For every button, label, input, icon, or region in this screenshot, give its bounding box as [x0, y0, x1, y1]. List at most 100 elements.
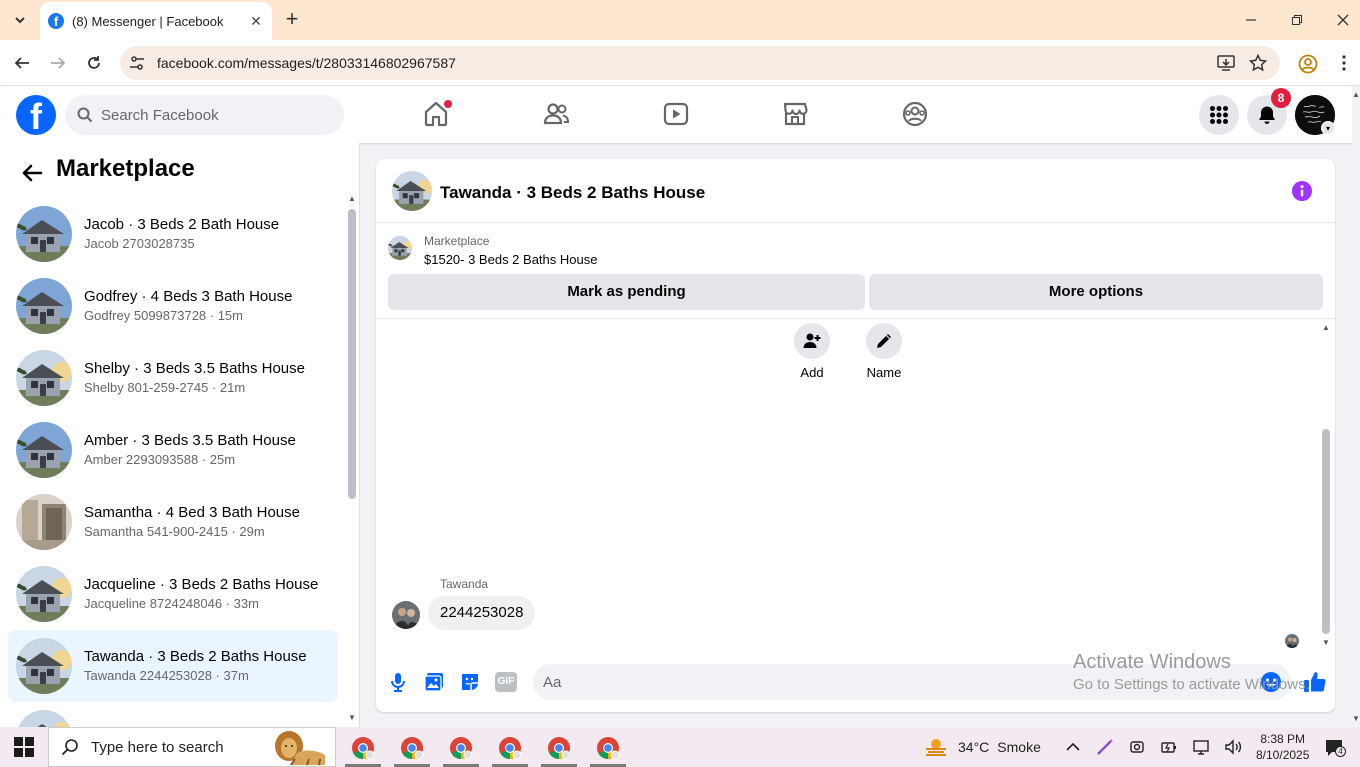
chat-title[interactable]: Tawanda · 3 Beds 2 Baths House	[440, 183, 705, 203]
conversation-item[interactable]: Samantha · 4 Bed 3 Bath House Samantha 5…	[8, 486, 338, 558]
conversation-item[interactable]: Jacob · 3 Beds 2 Bath House Jacob 270302…	[8, 198, 338, 270]
listing-source: Marketplace	[424, 234, 490, 248]
conversation-item[interactable]: Tamika · 3 Beds 1 Baths House	[8, 702, 338, 727]
info-icon[interactable]	[1292, 181, 1312, 201]
url-text[interactable]: facebook.com/messages/t/2803314680296758…	[157, 55, 456, 71]
battery-plug-icon[interactable]	[1160, 738, 1178, 756]
conversation-item[interactable]: Jacqueline · 3 Beds 2 Baths House Jacque…	[8, 558, 338, 630]
windows-taskbar: Type here to search 34°C Smoke 8:38 PM 8…	[0, 727, 1360, 767]
conversation-item[interactable]: Shelby · 3 Beds 3.5 Baths House Shelby 8…	[8, 342, 338, 414]
facebook-logo-icon[interactable]: f	[16, 95, 56, 135]
account-chevron-down-icon[interactable]: ▾	[1321, 121, 1335, 135]
chrome-taskbar-icon[interactable]	[547, 736, 571, 760]
marketplace-icon[interactable]	[781, 100, 809, 128]
scrollbar-thumb[interactable]	[1322, 429, 1330, 634]
chat-header: Tawanda · 3 Beds 2 Baths House	[376, 159, 1335, 223]
minimize-icon[interactable]	[1241, 10, 1261, 30]
reload-icon[interactable]	[83, 52, 105, 74]
chrome-taskbar-icon[interactable]	[449, 736, 473, 760]
action-center-button[interactable]: 4	[1324, 737, 1346, 759]
page-scroll-down-arrow-icon[interactable]: ▼	[1352, 714, 1360, 723]
page-scrollbar[interactable]: ▲ ▼	[1352, 86, 1360, 727]
message-composer[interactable]	[533, 664, 1291, 700]
edit-name-button[interactable]: Name	[854, 323, 914, 380]
message-bubble[interactable]: 2244253028	[428, 596, 536, 630]
sender-avatar[interactable]	[392, 601, 420, 629]
windows-start-icon[interactable]	[14, 737, 34, 757]
back-arrow-icon[interactable]	[20, 161, 44, 185]
listing-title[interactable]: $1520- 3 Beds 2 Baths House	[424, 252, 597, 267]
action-center-count: 4	[1335, 746, 1346, 757]
facebook-favicon-icon: f	[48, 13, 64, 29]
chrome-taskbar-icon[interactable]	[596, 736, 620, 760]
browser-menu-icon[interactable]	[1335, 54, 1353, 72]
conversation-thumbnail	[16, 206, 72, 262]
volume-icon[interactable]	[1224, 738, 1242, 756]
bookmark-star-icon[interactable]	[1249, 54, 1267, 72]
thumbs-up-like-icon[interactable]	[1303, 670, 1327, 694]
facebook-search-box[interactable]	[65, 95, 344, 135]
conversation-preview: Tawanda 2244253028 · 37m	[84, 668, 249, 683]
conversation-item[interactable]: Tawanda · 3 Beds 2 Baths House Tawanda 2…	[8, 630, 338, 702]
notification-count-badge: 8	[1271, 88, 1291, 108]
address-bar[interactable]: facebook.com/messages/t/2803314680296758…	[120, 46, 1280, 80]
scrollbar-thumb[interactable]	[348, 209, 356, 499]
gif-icon[interactable]: GIF	[495, 672, 517, 692]
add-people-button[interactable]: Add	[782, 323, 842, 380]
weather-widget[interactable]: 34°C Smoke	[924, 737, 1041, 757]
emoji-icon[interactable]	[1260, 671, 1282, 693]
scroll-up-arrow-icon[interactable]: ▲	[348, 195, 356, 203]
listing-thumbnail[interactable]	[388, 236, 412, 260]
chat-listing-avatar[interactable]	[392, 171, 432, 211]
tab-close-icon[interactable]: ✕	[248, 13, 264, 30]
clock-date: 8/10/2025	[1256, 748, 1310, 762]
back-arrow-icon[interactable]	[11, 52, 33, 74]
profile-account-icon[interactable]	[1298, 54, 1318, 74]
chrome-taskbar-icon[interactable]	[351, 736, 375, 760]
taskbar-search-placeholder: Type here to search	[91, 738, 224, 756]
pen-icon[interactable]	[1096, 738, 1114, 756]
conversation-thumbnail	[16, 710, 72, 727]
browser-tab-messenger[interactable]: f (8) Messenger | Facebook ✕	[40, 2, 272, 40]
clock-time: 8:38 PM	[1260, 732, 1306, 746]
marketplace-conversation-panel: Marketplace Jacob · 3 Beds 2 Bath House …	[0, 143, 360, 727]
meet-now-icon[interactable]	[1128, 738, 1146, 756]
new-tab-button[interactable]: +	[282, 8, 302, 32]
message-input[interactable]	[543, 664, 1243, 700]
system-clock[interactable]: 8:38 PM 8/10/2025	[1256, 731, 1309, 763]
chrome-taskbar-icon[interactable]	[498, 736, 522, 760]
scroll-down-arrow-icon[interactable]: ▼	[348, 714, 356, 722]
conversation-list-scrollbar[interactable]: ▲ ▼	[346, 195, 358, 723]
taskbar-search-box[interactable]: Type here to search	[48, 727, 336, 767]
page-scroll-up-arrow-icon[interactable]: ▲	[1352, 90, 1360, 99]
photo-gallery-icon[interactable]	[423, 671, 445, 693]
facebook-header: f 8 ▾	[0, 86, 1352, 143]
network-icon[interactable]	[1192, 738, 1210, 756]
forward-arrow-icon[interactable]	[47, 52, 69, 74]
site-settings-icon[interactable]	[128, 54, 146, 72]
facebook-search-input[interactable]	[101, 106, 321, 124]
browser-toolbar: facebook.com/messages/t/2803314680296758…	[0, 40, 1360, 86]
friends-icon[interactable]	[542, 100, 570, 128]
microphone-icon[interactable]	[387, 671, 409, 693]
tab-search-chevron-icon[interactable]	[8, 8, 32, 32]
scroll-down-arrow-icon[interactable]: ▼	[1322, 639, 1330, 647]
more-options-button[interactable]: More options	[869, 274, 1323, 310]
sticker-icon[interactable]	[459, 671, 481, 693]
chevron-up-icon[interactable]	[1064, 738, 1082, 756]
conversation-name: Jacqueline · 3 Beds 2 Baths House	[84, 576, 319, 593]
chat-scrollbar[interactable]: ▲ ▼	[1320, 324, 1332, 649]
chrome-taskbar-icon[interactable]	[400, 736, 424, 760]
conversation-item[interactable]: Amber · 3 Beds 3.5 Bath House Amber 2293…	[8, 414, 338, 486]
conversation-item[interactable]: Godfrey · 4 Beds 3 Bath House Godfrey 50…	[8, 270, 338, 342]
install-app-icon[interactable]	[1217, 54, 1235, 72]
conversation-thumbnail	[16, 422, 72, 478]
menu-grid-button[interactable]	[1199, 95, 1239, 135]
video-icon[interactable]	[662, 100, 690, 128]
mark-as-pending-button[interactable]: Mark as pending	[388, 274, 865, 310]
restore-icon[interactable]	[1287, 10, 1307, 30]
tab-title: (8) Messenger | Facebook	[72, 13, 224, 29]
groups-icon[interactable]	[901, 100, 929, 128]
scroll-up-arrow-icon[interactable]: ▲	[1322, 324, 1330, 332]
close-window-icon[interactable]	[1333, 10, 1353, 30]
